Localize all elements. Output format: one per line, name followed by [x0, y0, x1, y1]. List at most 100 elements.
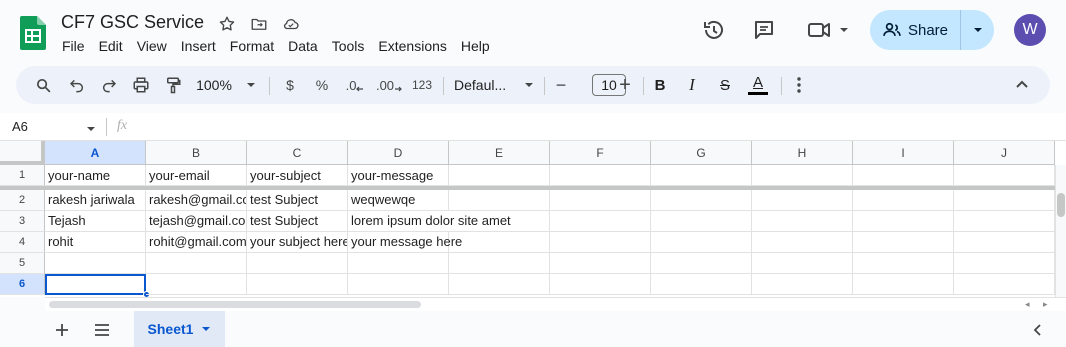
cell-g3[interactable] — [651, 211, 752, 232]
column-header-e[interactable]: E — [449, 141, 550, 165]
cloud-saved-icon[interactable] — [281, 14, 301, 34]
cell-c2[interactable]: test Subject — [247, 190, 348, 211]
cell-c4[interactable]: your subject here — [247, 232, 348, 253]
column-header-i[interactable]: I — [853, 141, 954, 165]
sheets-logo-icon[interactable] — [20, 16, 46, 50]
cell-d4[interactable]: your message here — [348, 232, 462, 253]
column-header-f[interactable]: F — [550, 141, 651, 165]
column-header-j[interactable]: J — [954, 141, 1055, 165]
cell-i3[interactable] — [853, 211, 954, 232]
row-header-4[interactable]: 4 — [0, 232, 45, 253]
menu-insert[interactable]: Insert — [181, 38, 216, 54]
cell-g5[interactable] — [651, 253, 752, 274]
currency-format-button[interactable]: $ — [280, 66, 300, 104]
text-color-button[interactable]: A — [746, 66, 770, 104]
column-header-d[interactable]: D — [348, 141, 449, 165]
column-header-c[interactable]: C — [247, 141, 348, 165]
paint-format-icon[interactable] — [162, 66, 184, 104]
cell-g1[interactable] — [651, 165, 752, 186]
document-title[interactable]: CF7 GSC Service — [61, 12, 204, 33]
percent-format-button[interactable]: % — [312, 66, 332, 104]
row-header-5[interactable]: 5 — [0, 253, 45, 274]
cell-b5[interactable] — [146, 253, 247, 274]
menu-help[interactable]: Help — [461, 38, 490, 54]
star-icon[interactable] — [217, 14, 237, 34]
cell-j4[interactable] — [954, 232, 1055, 253]
cell-f2[interactable] — [550, 190, 651, 211]
decrease-decimal-button[interactable]: .0 — [342, 66, 368, 104]
chevron-left-icon[interactable] — [1028, 320, 1048, 340]
cell-j2[interactable] — [954, 190, 1055, 211]
italic-button[interactable]: I — [684, 66, 700, 104]
cell-e1[interactable] — [449, 165, 550, 186]
cell-a1[interactable]: your-name — [45, 165, 146, 186]
cell-b1[interactable]: your-email — [146, 165, 247, 186]
menu-edit[interactable]: Edit — [99, 38, 123, 54]
menu-format[interactable]: Format — [230, 38, 274, 54]
cell-d5[interactable] — [348, 253, 449, 274]
cell-e6[interactable] — [449, 274, 550, 295]
cell-j1[interactable] — [954, 165, 1055, 186]
cell-e2[interactable] — [449, 190, 550, 211]
cell-f6[interactable] — [550, 274, 651, 295]
menu-view[interactable]: View — [137, 38, 167, 54]
cell-f4[interactable] — [550, 232, 651, 253]
cell-h3[interactable] — [752, 211, 853, 232]
cell-i6[interactable] — [853, 274, 954, 295]
cell-a5[interactable] — [45, 253, 146, 274]
strikethrough-button[interactable]: S — [716, 66, 734, 104]
scroll-left-icon[interactable]: ◂ — [1025, 299, 1030, 310]
menu-file[interactable]: File — [62, 38, 85, 54]
scroll-right-icon[interactable]: ▸ — [1043, 299, 1048, 310]
cell-d2[interactable]: weqwewqe — [348, 190, 449, 211]
version-history-icon[interactable] — [699, 15, 729, 45]
cell-c1[interactable]: your-subject — [247, 165, 348, 186]
cell-h6[interactable] — [752, 274, 853, 295]
cell-g2[interactable] — [651, 190, 752, 211]
cell-i2[interactable] — [853, 190, 954, 211]
column-header-g[interactable]: G — [651, 141, 752, 165]
horizontal-scrollbar-thumb[interactable] — [49, 301, 421, 308]
add-sheet-icon[interactable] — [52, 320, 72, 340]
caret-down-icon[interactable] — [86, 121, 96, 139]
cell-d1[interactable]: your-message — [348, 165, 449, 186]
cell-j3[interactable] — [954, 211, 1055, 232]
search-menus-icon[interactable] — [32, 66, 54, 104]
sheet-tab-sheet1[interactable]: Sheet1 — [134, 311, 225, 347]
more-formats-button[interactable]: 123 — [408, 66, 436, 104]
cell-g6[interactable] — [651, 274, 752, 295]
all-sheets-icon[interactable] — [92, 320, 112, 340]
undo-icon[interactable] — [66, 66, 88, 104]
cell-g4[interactable] — [651, 232, 752, 253]
cell-b2[interactable]: rakesh@gmail.com — [146, 190, 247, 211]
cell-f1[interactable] — [550, 165, 651, 186]
menu-data[interactable]: Data — [288, 38, 318, 54]
more-options-icon[interactable] — [790, 66, 808, 104]
cell-i1[interactable] — [853, 165, 954, 186]
account-avatar[interactable]: W — [1014, 14, 1046, 46]
meet-video-icon[interactable] — [804, 15, 852, 45]
redo-icon[interactable] — [98, 66, 120, 104]
increase-font-size-button[interactable]: + — [616, 66, 634, 104]
menu-extensions[interactable]: Extensions — [378, 38, 446, 54]
horizontal-scrollbar[interactable]: ◂ ▸ — [45, 297, 1066, 311]
share-dropdown-button[interactable] — [961, 10, 994, 50]
share-button[interactable]: Share — [870, 10, 961, 50]
column-header-h[interactable]: H — [752, 141, 853, 165]
cell-d3[interactable]: lorem ipsum dolor site amet — [348, 211, 550, 232]
bold-button[interactable]: B — [652, 66, 668, 104]
name-box[interactable]: A6 — [12, 119, 28, 134]
menu-tools[interactable]: Tools — [332, 38, 365, 54]
vertical-scrollbar-thumb[interactable] — [1057, 193, 1065, 217]
move-folder-icon[interactable] — [249, 14, 269, 34]
comments-icon[interactable] — [749, 15, 779, 45]
cell-c6[interactable] — [247, 274, 348, 295]
decrease-font-size-button[interactable]: − — [552, 66, 570, 104]
cell-h1[interactable] — [752, 165, 853, 186]
column-header-b[interactable]: B — [146, 141, 247, 165]
select-all-corner[interactable] — [0, 141, 45, 165]
cell-a3[interactable]: Tejash — [45, 211, 146, 232]
selected-cell-a6[interactable] — [45, 274, 146, 295]
cell-e4[interactable] — [449, 232, 550, 253]
cell-h2[interactable] — [752, 190, 853, 211]
